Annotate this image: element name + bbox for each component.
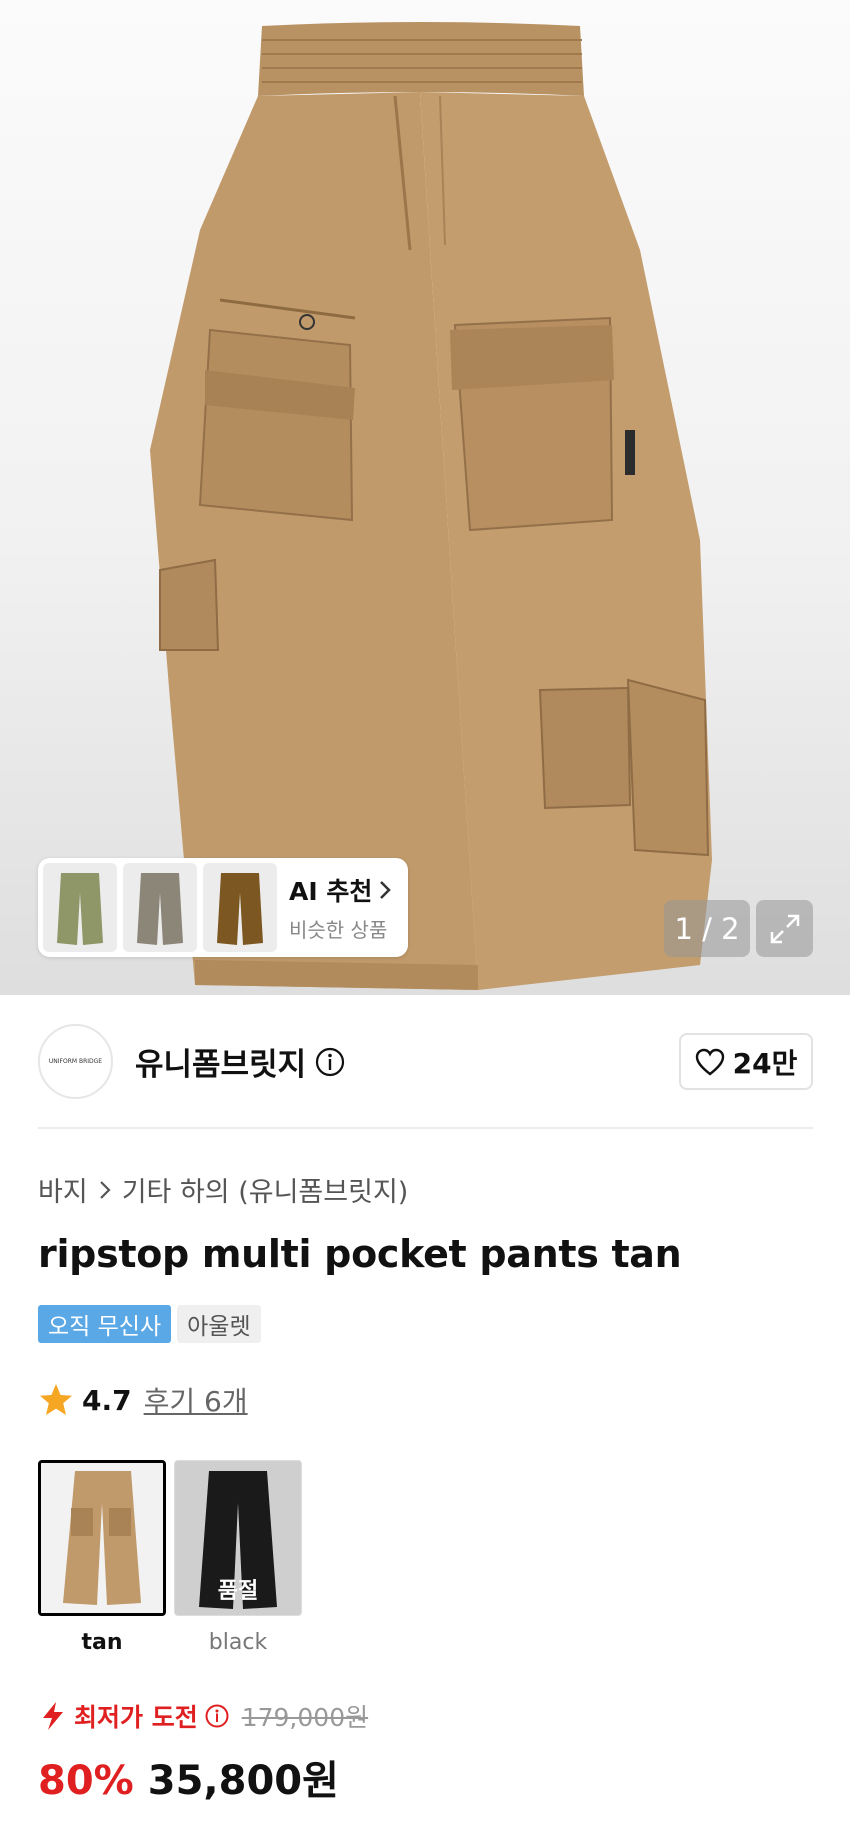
option-label: black: [208, 1630, 268, 1655]
brand-name[interactable]: 유니폼브릿지: [135, 1039, 306, 1084]
exclusive-badge: 오직 무신사: [38, 1305, 172, 1343]
brand-row: UNIFORM BRIDGE 유니폼브릿지 24만: [38, 1023, 813, 1100]
chevron-right-icon: [99, 1180, 111, 1199]
product-photo: [150, 22, 712, 990]
outlet-badge: 아울렛: [177, 1305, 261, 1343]
lowest-price-row: 최저가 도전 179,000원: [38, 1698, 368, 1734]
option-image: 품절: [174, 1460, 302, 1616]
option-tan[interactable]: tan: [38, 1460, 166, 1655]
lowest-price-label: 최저가 도전: [74, 1703, 198, 1732]
ai-thumb-3: [203, 863, 277, 952]
breadcrumb-subcategory[interactable]: 기타 하의 (유니폼브릿지): [122, 1170, 409, 1209]
price-row: 80% 35,800원: [38, 1748, 339, 1806]
rating-score: 4.7: [82, 1383, 132, 1417]
option-black[interactable]: 품절 black: [174, 1460, 302, 1655]
ai-thumb-2: [123, 863, 197, 952]
product-title: ripstop multi pocket pants tan: [38, 1232, 682, 1276]
breadcrumb: 바지 기타 하의 (유니폼브릿지): [38, 1170, 408, 1209]
ai-recommend-title: AI 추천: [289, 872, 392, 908]
original-price: 179,000원: [241, 1703, 369, 1732]
heart-icon: [695, 1048, 724, 1076]
reviews-link[interactable]: 후기 6개: [144, 1380, 248, 1420]
expand-icon: [770, 914, 799, 943]
rating-row: 4.7 후기 6개: [38, 1380, 248, 1420]
badge-list: 오직 무신사 아울렛: [38, 1305, 261, 1343]
sale-price: 35,800원: [147, 1758, 339, 1804]
info-icon[interactable]: [314, 1046, 346, 1078]
ai-recommend-card[interactable]: AI 추천 비슷한 상품: [38, 858, 408, 957]
discount-rate: 80%: [38, 1758, 134, 1804]
ai-thumb-1: [43, 863, 117, 952]
like-count: 24만: [732, 1046, 798, 1080]
breadcrumb-category[interactable]: 바지: [38, 1170, 88, 1209]
like-button[interactable]: 24만: [679, 1033, 813, 1090]
info-icon[interactable]: [204, 1703, 230, 1729]
option-label: tan: [81, 1630, 123, 1655]
expand-button[interactable]: [756, 900, 813, 957]
product-image-gallery[interactable]: AI 추천 비슷한 상품 1 / 2: [0, 0, 850, 995]
image-counter: 1 / 2: [664, 900, 750, 957]
option-image: [38, 1460, 166, 1616]
brand-logo[interactable]: UNIFORM BRIDGE: [38, 1024, 113, 1099]
lightning-icon: [43, 1702, 63, 1730]
chevron-right-icon: [380, 881, 392, 899]
star-icon: [40, 1384, 72, 1415]
color-options: tan 품절 black: [38, 1460, 302, 1655]
sold-out-label: 품절: [217, 1579, 259, 1604]
divider: [38, 1127, 813, 1129]
ai-recommend-subtitle: 비슷한 상품: [289, 918, 388, 942]
